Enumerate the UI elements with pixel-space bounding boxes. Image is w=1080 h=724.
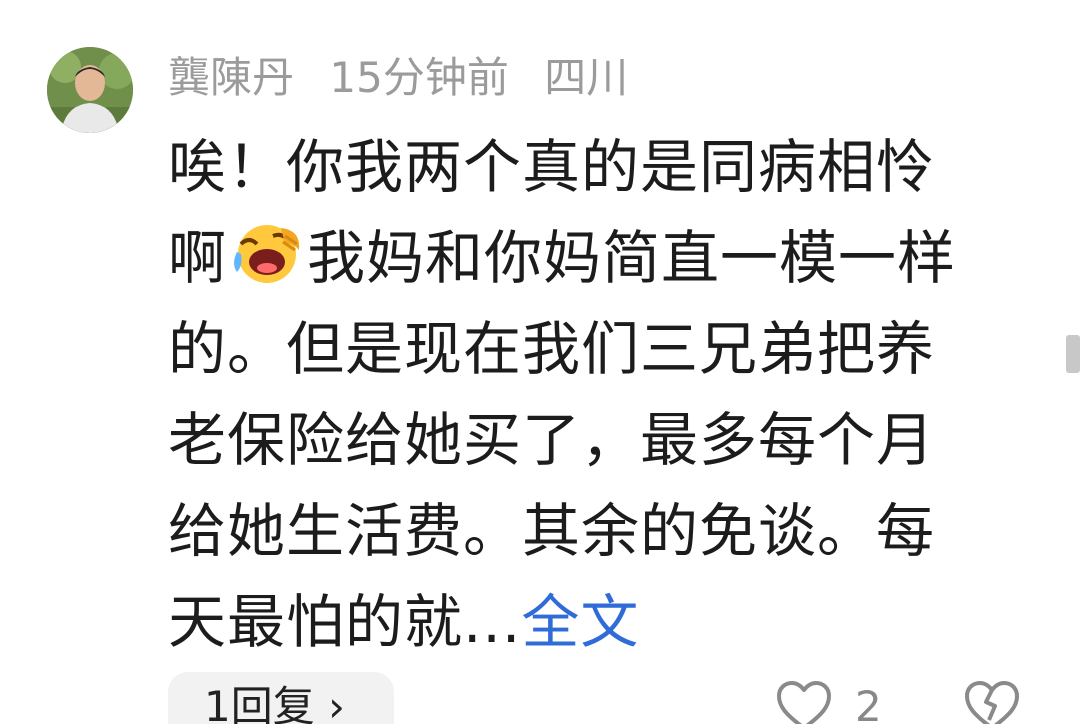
comment-line-last: 天最怕的就... xyxy=(168,588,522,656)
full-text-link[interactable]: 全文 xyxy=(521,588,639,656)
like-button[interactable]: 2 xyxy=(775,680,882,724)
author-name[interactable]: 龔陳丹 xyxy=(168,53,294,102)
dislike-button[interactable] xyxy=(962,680,1022,724)
laughing-crying-emoji-icon xyxy=(227,221,307,285)
comment-location: 四川 xyxy=(544,53,629,102)
comment-body[interactable]: 唉！你我两个真的是同病相怜 啊 我妈和你妈简直一模一样 的。但是现在我们三兄弟把… xyxy=(168,122,1028,668)
comment-line: 的。但是现在我们三兄弟把养 xyxy=(168,315,936,383)
comment-line-prefix: 啊 xyxy=(168,224,228,292)
broken-heart-icon xyxy=(965,681,1019,724)
comment-line-rest: 我妈和你妈简直一模一样 xyxy=(307,224,957,292)
comment-time: 15分钟前 xyxy=(329,53,509,102)
heart-icon xyxy=(777,681,831,724)
comment-line: 唉！你我两个真的是同病相怜 xyxy=(168,133,936,201)
scrollbar[interactable] xyxy=(1066,335,1080,373)
comment-item: 龔陳丹 15分钟前 四川 唉！你我两个真的是同病相怜 啊 我妈和你妈简直一模一样… xyxy=(0,0,1080,724)
reply-count-button[interactable]: 1回复 › xyxy=(168,672,394,724)
like-count: 2 xyxy=(855,681,882,724)
comment-line: 天最怕的就...全文 xyxy=(168,577,1028,668)
avatar[interactable] xyxy=(47,47,133,133)
comment-meta: 龔陳丹 15分钟前 四川 xyxy=(168,52,650,104)
comment-line: 老保险给她买了，最多每个月 xyxy=(168,406,936,474)
comment-line: 啊 我妈和你妈简直一模一样 xyxy=(168,213,1028,304)
comment-line: 给她生活费。其余的免谈。每 xyxy=(168,497,936,565)
